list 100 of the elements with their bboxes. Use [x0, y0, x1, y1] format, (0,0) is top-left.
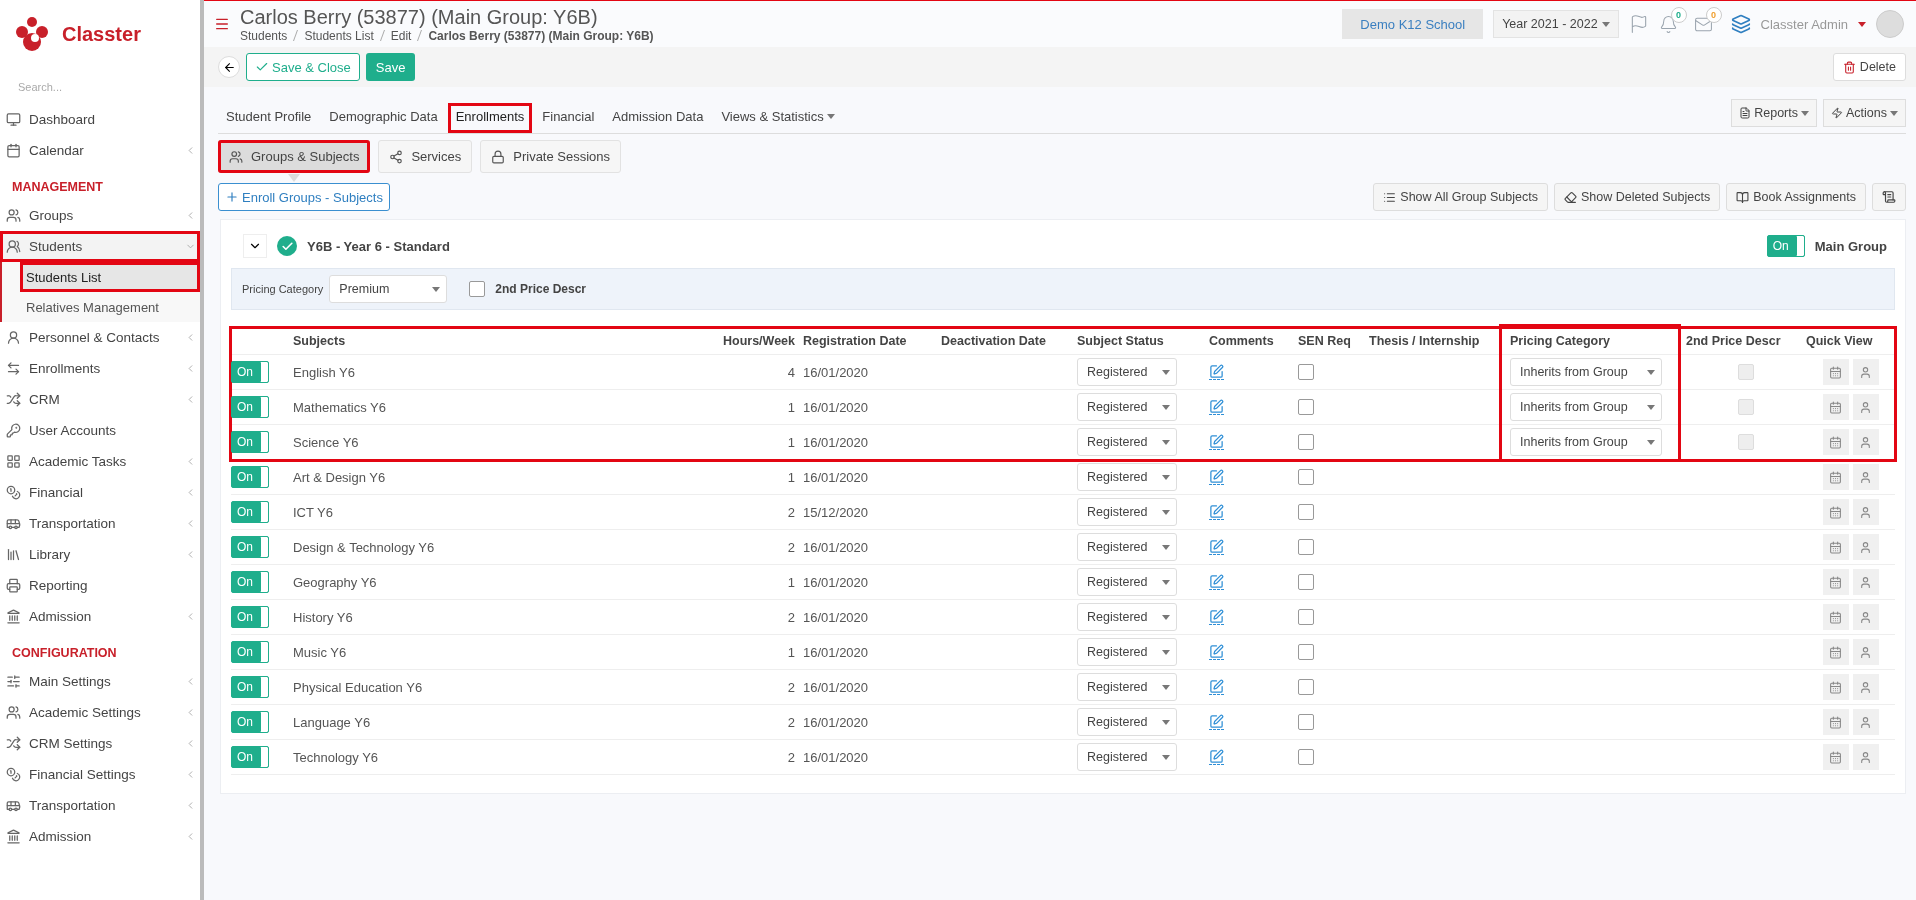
sidebar-item[interactable]: CRM — [0, 384, 200, 415]
sidebar-item[interactable]: Students — [0, 231, 200, 262]
edit-icon[interactable] — [1209, 539, 1224, 555]
status-select[interactable]: Registered — [1077, 708, 1177, 736]
status-select[interactable]: Registered — [1077, 673, 1177, 701]
sidebar-subitem[interactable]: Students List — [20, 262, 200, 292]
sidebar-item[interactable]: Academic Tasks — [0, 446, 200, 477]
user-button[interactable] — [1852, 429, 1879, 455]
sidebar-item[interactable]: User Accounts — [0, 415, 200, 446]
user-button[interactable] — [1852, 744, 1879, 770]
calendar-button[interactable] — [1822, 534, 1849, 560]
edit-icon[interactable] — [1209, 749, 1224, 765]
calendar-button[interactable] — [1822, 394, 1849, 420]
calendar-button[interactable] — [1822, 639, 1849, 665]
tool-button[interactable]: Show Deleted Subjects — [1553, 183, 1721, 211]
user-button[interactable] — [1852, 464, 1879, 490]
edit-icon[interactable] — [1209, 504, 1224, 520]
sidebar-item[interactable]: Reporting — [0, 570, 200, 601]
checkbox[interactable] — [469, 281, 486, 297]
sidebar-subitem[interactable]: Relatives Management — [20, 292, 200, 322]
checkbox[interactable] — [1298, 679, 1314, 695]
status-select[interactable]: Registered — [1077, 638, 1177, 666]
tool-button[interactable]: Book Assignments — [1726, 183, 1866, 211]
user-button[interactable] — [1852, 674, 1879, 700]
edit-icon[interactable] — [1209, 574, 1224, 590]
pricing-select[interactable]: Inherits from Group — [1510, 393, 1662, 421]
status-select[interactable]: Registered — [1077, 463, 1177, 491]
edit-icon[interactable] — [1209, 469, 1224, 485]
user-button[interactable] — [1852, 359, 1879, 385]
sidebar-item[interactable]: Admission — [0, 601, 200, 632]
calendar-button[interactable] — [1822, 709, 1849, 735]
calendar-button[interactable] — [1822, 359, 1849, 385]
calendar-button[interactable] — [1822, 744, 1849, 770]
calendar-button[interactable] — [1822, 674, 1849, 700]
status-select[interactable]: Registered — [1077, 358, 1177, 386]
tab[interactable]: Student Profile — [218, 103, 320, 133]
search-field[interactable]: Search... — [16, 80, 180, 94]
sidebar-item[interactable]: Financial Settings — [0, 759, 200, 790]
user-button[interactable] — [1852, 569, 1879, 595]
user-button[interactable] — [1852, 709, 1879, 735]
checkbox[interactable] — [1298, 434, 1314, 450]
status-select[interactable]: Registered — [1077, 603, 1177, 631]
sidebar-item[interactable]: Transportation — [0, 508, 200, 539]
checkbox[interactable] — [1298, 749, 1314, 765]
user-button[interactable] — [1852, 534, 1879, 560]
checkbox[interactable] — [1298, 609, 1314, 625]
edit-icon[interactable] — [1209, 714, 1224, 730]
bell-icon[interactable] — [1658, 14, 1678, 34]
calendar-button[interactable] — [1822, 464, 1849, 490]
edit-icon[interactable] — [1209, 609, 1224, 625]
status-select[interactable]: Registered — [1077, 498, 1177, 526]
pricing-select[interactable]: Premium — [329, 275, 448, 303]
sidebar-item[interactable]: Personnel & Contacts — [0, 322, 200, 353]
sub-tab[interactable]: Services — [378, 140, 473, 173]
user-button[interactable] — [1852, 499, 1879, 525]
user-button[interactable] — [1852, 394, 1879, 420]
status-select[interactable]: Registered — [1077, 568, 1177, 596]
action-dropdown[interactable]: Actions — [1823, 99, 1906, 127]
back-button[interactable] — [218, 56, 240, 78]
calendar-button[interactable] — [1822, 429, 1849, 455]
sidebar-item[interactable]: Admission — [0, 821, 200, 852]
breadcrumb-link[interactable]: Students — [240, 28, 288, 43]
tab[interactable]: Financial — [534, 103, 603, 133]
checkbox[interactable] — [1298, 574, 1314, 590]
tab[interactable]: Enrollments — [447, 103, 533, 133]
status-select[interactable]: Registered — [1077, 393, 1177, 421]
pricing-select[interactable]: Inherits from Group — [1510, 428, 1662, 456]
user-button[interactable] — [1852, 604, 1879, 630]
checkbox[interactable] — [1298, 364, 1314, 380]
checkbox[interactable] — [1298, 644, 1314, 660]
sub-tab[interactable]: Groups & Subjects — [218, 140, 371, 173]
sidebar-item[interactable]: Academic Settings — [0, 697, 200, 728]
checkbox[interactable] — [1298, 539, 1314, 555]
pricing-select[interactable]: Inherits from Group — [1510, 358, 1662, 386]
status-select[interactable]: Registered — [1077, 533, 1177, 561]
sidebar-item[interactable]: Calendar — [0, 135, 200, 166]
checkbox[interactable] — [1298, 504, 1314, 520]
edit-icon[interactable] — [1209, 364, 1224, 380]
status-select[interactable]: Registered — [1077, 743, 1177, 771]
edit-icon[interactable] — [1209, 644, 1224, 660]
sidebar-item[interactable]: Dashboard — [0, 104, 200, 135]
sub-tab[interactable]: Private Sessions — [480, 140, 622, 173]
edit-icon[interactable] — [1209, 434, 1224, 450]
action-dropdown[interactable]: Reports — [1731, 99, 1817, 127]
sidebar-item[interactable]: Transportation — [0, 790, 200, 821]
checkbox[interactable] — [1298, 469, 1314, 485]
sidebar-item[interactable]: Main Settings — [0, 666, 200, 697]
sidebar-item[interactable]: Library — [0, 539, 200, 570]
sidebar-item[interactable]: CRM Settings — [0, 728, 200, 759]
scroll-button[interactable] — [1872, 183, 1906, 211]
tab[interactable]: Admission Data — [604, 103, 712, 133]
layers-icon[interactable] — [1730, 14, 1751, 34]
checkbox[interactable] — [1298, 399, 1314, 415]
sidebar-item[interactable]: Financial — [0, 477, 200, 508]
tab[interactable]: Views & Statistics — [713, 103, 843, 133]
enroll-button[interactable]: Enroll Groups - Subjects — [218, 183, 390, 211]
edit-icon[interactable] — [1209, 679, 1224, 695]
edit-icon[interactable] — [1209, 399, 1224, 415]
status-select[interactable]: Registered — [1077, 428, 1177, 456]
collapse-button[interactable] — [243, 234, 267, 258]
